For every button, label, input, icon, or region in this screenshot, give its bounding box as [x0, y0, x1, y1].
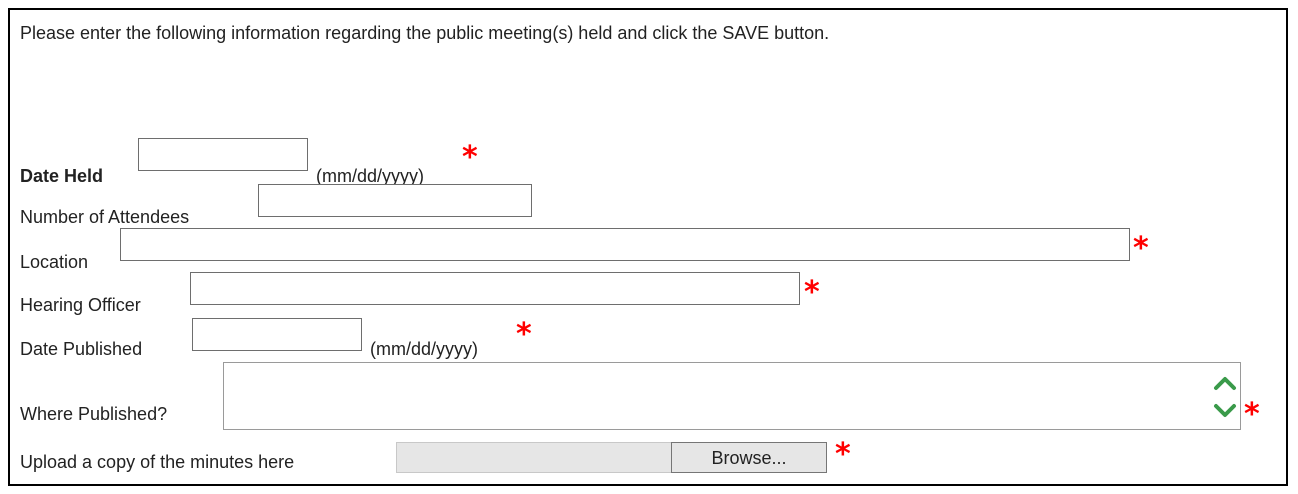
- meeting-form-panel: Please enter the following information r…: [8, 8, 1288, 486]
- date-published-format-hint: (mm/dd/yyyy): [370, 339, 478, 359]
- hearing-officer-label: Hearing Officer: [20, 295, 141, 315]
- location-label: Location: [20, 252, 89, 272]
- upload-required-marker: *: [835, 437, 851, 472]
- date-published-input[interactable]: [192, 318, 362, 351]
- date-published-required-marker: *: [516, 317, 532, 352]
- date-held-label: Date Held: [20, 166, 104, 186]
- scroll-down-icon[interactable]: [1214, 404, 1236, 417]
- where-published-label: Where Published?: [20, 404, 168, 424]
- upload-file-path-field[interactable]: [396, 442, 674, 473]
- attendees-input[interactable]: [258, 184, 532, 217]
- where-published-textarea[interactable]: [223, 362, 1241, 430]
- date-held-input[interactable]: [138, 138, 308, 171]
- where-published-required-marker: *: [1244, 397, 1260, 432]
- textarea-scrollbar[interactable]: [1212, 371, 1238, 423]
- browse-button[interactable]: Browse...: [671, 442, 827, 473]
- upload-label: Upload a copy of the minutes here: [20, 452, 295, 472]
- location-input[interactable]: [120, 228, 1130, 261]
- hearing-officer-input[interactable]: [190, 272, 800, 305]
- attendees-label: Number of Attendees: [20, 207, 190, 227]
- scroll-up-icon[interactable]: [1214, 377, 1236, 390]
- date-published-label: Date Published: [20, 339, 143, 359]
- hearing-officer-required-marker: *: [804, 275, 820, 310]
- location-required-marker: *: [1133, 231, 1149, 266]
- date-held-required-marker: *: [462, 140, 478, 175]
- form-instructions: Please enter the following information r…: [20, 23, 830, 43]
